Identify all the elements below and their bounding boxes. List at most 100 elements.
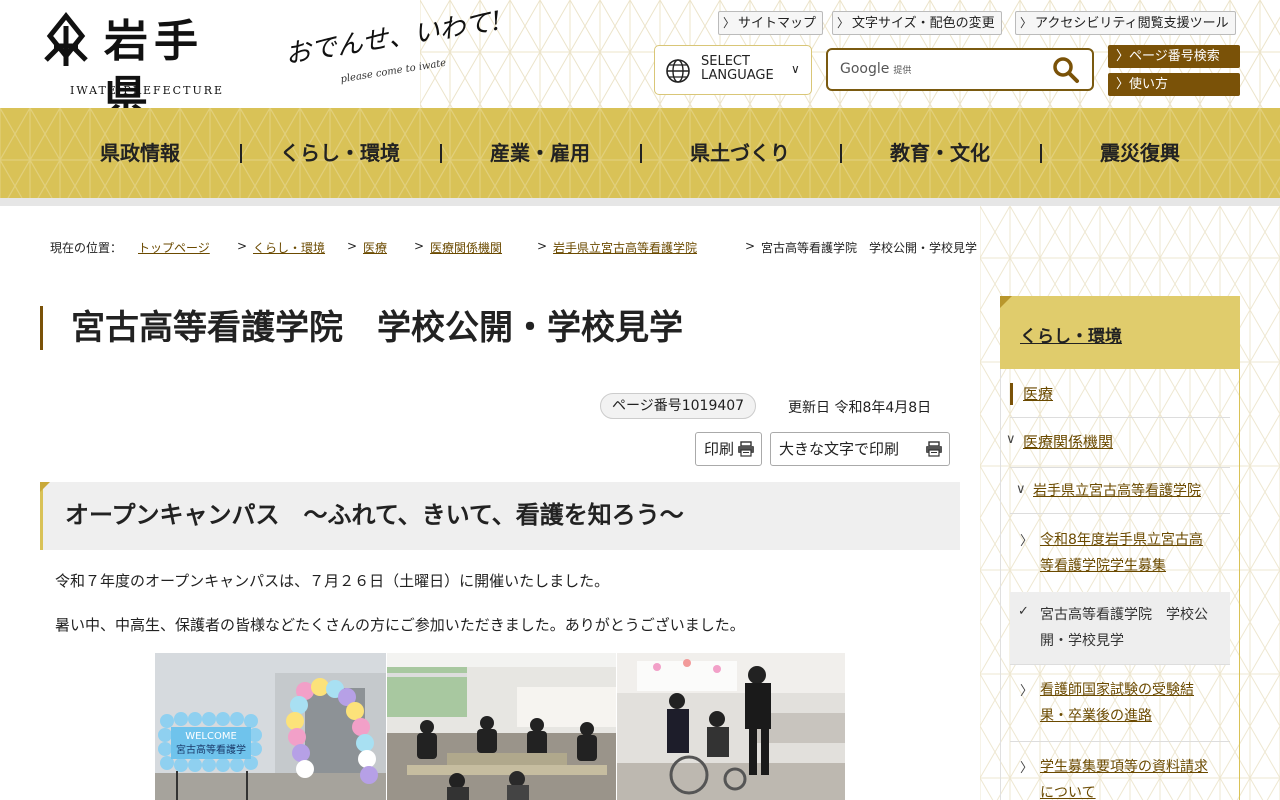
how-to-use-label: 使い方 xyxy=(1129,77,1169,92)
gnav-item-prefectural-info[interactable]: 県政情報 xyxy=(40,108,240,198)
breadcrumb-link-medical-institutions[interactable]: 医療関係機関 xyxy=(430,241,502,255)
sidebar-item-document-request-line2: について xyxy=(1040,785,1096,800)
section-heading-text: オープンキャンパス ～ふれて、きいて、看護を知ろう～ xyxy=(65,501,684,529)
print-button[interactable]: 印刷 xyxy=(695,432,762,466)
sidebar-item-exam-results-line1: 看護師国家試験の受験結 xyxy=(1040,682,1194,698)
breadcrumb-item[interactable]: トップページ xyxy=(138,239,210,256)
breadcrumb-separator: > xyxy=(347,239,358,253)
language-label-line1: SELECT xyxy=(701,54,750,69)
sidebar-item-current-line2: 開・学校見学 xyxy=(1040,633,1124,649)
slogan-subtext: please come to iwate xyxy=(339,57,447,86)
sidebar-item-medical-institutions[interactable]: 医療関係機関 xyxy=(1023,429,1113,455)
large-print-label: 大きな文字で印刷 xyxy=(779,440,900,458)
printer-icon xyxy=(738,441,754,457)
sidebar-item-document-request[interactable]: 学生募集要項等の資料請求 について xyxy=(1040,754,1208,800)
sidebar-divider xyxy=(1010,417,1230,418)
sidebar-item-current-line1: 宮古高等看護学院 学校公 xyxy=(1040,607,1208,623)
sidebar-item-recruitment-line1: 令和8年度岩手県立宮古高 xyxy=(1040,532,1203,548)
gnav-item-industry-employment[interactable]: 産業・雇用 xyxy=(440,108,640,198)
sidebar-divider xyxy=(1010,467,1230,468)
breadcrumb-link-school[interactable]: 岩手県立宮古高等看護学院 xyxy=(553,241,697,255)
breadcrumb-label: 現在の位置： xyxy=(50,241,123,255)
sidebar-item-school[interactable]: 岩手県立宮古高等看護学院 xyxy=(1033,478,1201,504)
accessibility-tool-link[interactable]: 〉アクセシビリティ閲覧支援ツール xyxy=(1015,11,1236,35)
search-brand-suffix: 提供 xyxy=(893,66,912,76)
page-number-search-label: ページ番号検索 xyxy=(1129,49,1220,64)
global-nav: 県政情報 くらし・環境 産業・雇用 県土づくり 教育・文化 震災復興 xyxy=(0,108,1280,198)
search-brand: Google xyxy=(840,61,890,77)
school-sign-text: 宮古高等看護学 xyxy=(176,743,246,756)
search-icon[interactable] xyxy=(1052,56,1080,84)
slogan-text: おでんせ、いわて! xyxy=(283,6,504,71)
text-size-color-label: 文字サイズ・配色の変更 xyxy=(852,16,995,31)
printer-icon xyxy=(926,441,942,457)
page-number-badge: ページ番号1019407 xyxy=(600,393,757,419)
print-label: 印刷 xyxy=(704,440,735,458)
language-selector[interactable]: SELECT LANGUAGE ∨ xyxy=(654,45,812,95)
chevron-right-icon: 〉 xyxy=(1020,534,1034,549)
photo-classroom xyxy=(387,653,616,800)
breadcrumb-item[interactable]: 医療 xyxy=(363,239,387,256)
breadcrumb-link-medical[interactable]: 医療 xyxy=(363,241,387,255)
nav-underline xyxy=(0,198,1280,206)
language-label: SELECT LANGUAGE xyxy=(701,55,774,83)
gnav-item-disaster-recovery[interactable]: 震災復興 xyxy=(1040,108,1240,198)
text-size-color-link[interactable]: 〉文字サイズ・配色の変更 xyxy=(832,11,1002,35)
how-to-use-button[interactable]: 〉使い方 xyxy=(1108,73,1240,96)
breadcrumb-item[interactable]: 岩手県立宮古高等看護学院 xyxy=(553,239,697,256)
sitemap-label: サイトマップ xyxy=(738,16,817,31)
breadcrumb-link-living[interactable]: くらし・環境 xyxy=(253,241,325,255)
gnav-item-land-development[interactable]: 県土づくり xyxy=(640,108,840,198)
open-campus-photos: WELCOME 宮古高等看護学 xyxy=(155,653,845,800)
chevron-right-icon: 〉 xyxy=(1116,49,1130,64)
sidebar-divider xyxy=(1010,513,1230,514)
sidebar-item-recruitment-line2: 等看護学院学生募集 xyxy=(1040,558,1166,574)
prefecture-emblem-icon xyxy=(44,12,88,66)
sidebar-item-medical[interactable]: 医療 xyxy=(1023,381,1053,407)
breadcrumb-separator: > xyxy=(745,239,756,253)
accessibility-tool-label: アクセシビリティ閲覧支援ツール xyxy=(1035,16,1229,31)
page-title: 宮古高等看護学院 学校公開・学校見学 xyxy=(40,306,683,350)
chevron-down-icon: ∨ xyxy=(1016,482,1026,497)
photo-wheelchair-practice xyxy=(617,653,845,800)
sidebar-item-exam-results[interactable]: 看護師国家試験の受験結 果・卒業後の進路 xyxy=(1040,677,1194,729)
page-number-search-button[interactable]: 〉ページ番号検索 xyxy=(1108,45,1240,68)
gnav-item-education-culture[interactable]: 教育・文化 xyxy=(840,108,1040,198)
body-paragraph: 暑い中、中高生、保護者の皆様などたくさんの方にご参加いただきました。ありがとうご… xyxy=(55,616,745,634)
photo-welcome-entrance: WELCOME 宮古高等看護学 xyxy=(155,653,386,800)
chevron-right-icon: 〉 xyxy=(1020,16,1033,30)
sidebar-marker xyxy=(1010,383,1013,405)
sidebar-header: くらし・環境 xyxy=(1000,296,1240,369)
sidebar-item-recruitment[interactable]: 令和8年度岩手県立宮古高 等看護学院学生募集 xyxy=(1040,527,1203,579)
sidebar-item-exam-results-line2: 果・卒業後の進路 xyxy=(1040,708,1152,724)
breadcrumb-item[interactable]: くらし・環境 xyxy=(253,239,325,256)
chevron-right-icon: 〉 xyxy=(1116,77,1130,92)
chevron-down-icon: ∨ xyxy=(1006,432,1016,447)
large-print-button[interactable]: 大きな文字で印刷 xyxy=(770,432,950,466)
sidebar-item-document-request-line1: 学生募集要項等の資料請求 xyxy=(1040,759,1208,775)
language-label-line2: LANGUAGE xyxy=(701,68,774,83)
gnav-item-living-environment[interactable]: くらし・環境 xyxy=(240,108,440,198)
sitemap-link[interactable]: 〉サイトマップ xyxy=(718,11,824,35)
breadcrumb-link-top[interactable]: トップページ xyxy=(138,241,210,255)
heading-corner xyxy=(40,482,50,492)
updated-date: 更新日 令和8年4月8日 xyxy=(788,400,932,416)
site-header: 岩手県 IWATE PREFECTURE おでんせ、いわて! please co… xyxy=(0,0,1280,108)
sidebar-item-current-page: 宮古高等看護学院 学校公 開・学校見学 xyxy=(1040,602,1208,654)
welcome-sign-text: WELCOME xyxy=(185,731,237,742)
chevron-right-icon: 〉 xyxy=(837,16,850,30)
globe-icon xyxy=(666,59,690,83)
sidebar-divider xyxy=(1010,741,1230,742)
sidebar-divider xyxy=(1010,664,1230,665)
site-logo[interactable]: 岩手県 IWATE PREFECTURE xyxy=(40,12,240,108)
chevron-right-icon: 〉 xyxy=(723,16,736,30)
search-input[interactable]: Google 提供 xyxy=(840,61,911,77)
site-search[interactable]: Google 提供 xyxy=(826,48,1094,91)
sidebar-heading-link[interactable]: くらし・環境 xyxy=(1020,322,1122,347)
breadcrumb-separator: > xyxy=(414,239,425,253)
chevron-down-icon: ∨ xyxy=(791,62,800,76)
breadcrumb-separator: > xyxy=(537,239,548,253)
breadcrumb-item[interactable]: 医療関係機関 xyxy=(430,239,502,256)
breadcrumb-separator: > xyxy=(237,239,248,253)
section-heading: オープンキャンパス ～ふれて、きいて、看護を知ろう～ xyxy=(40,482,960,550)
